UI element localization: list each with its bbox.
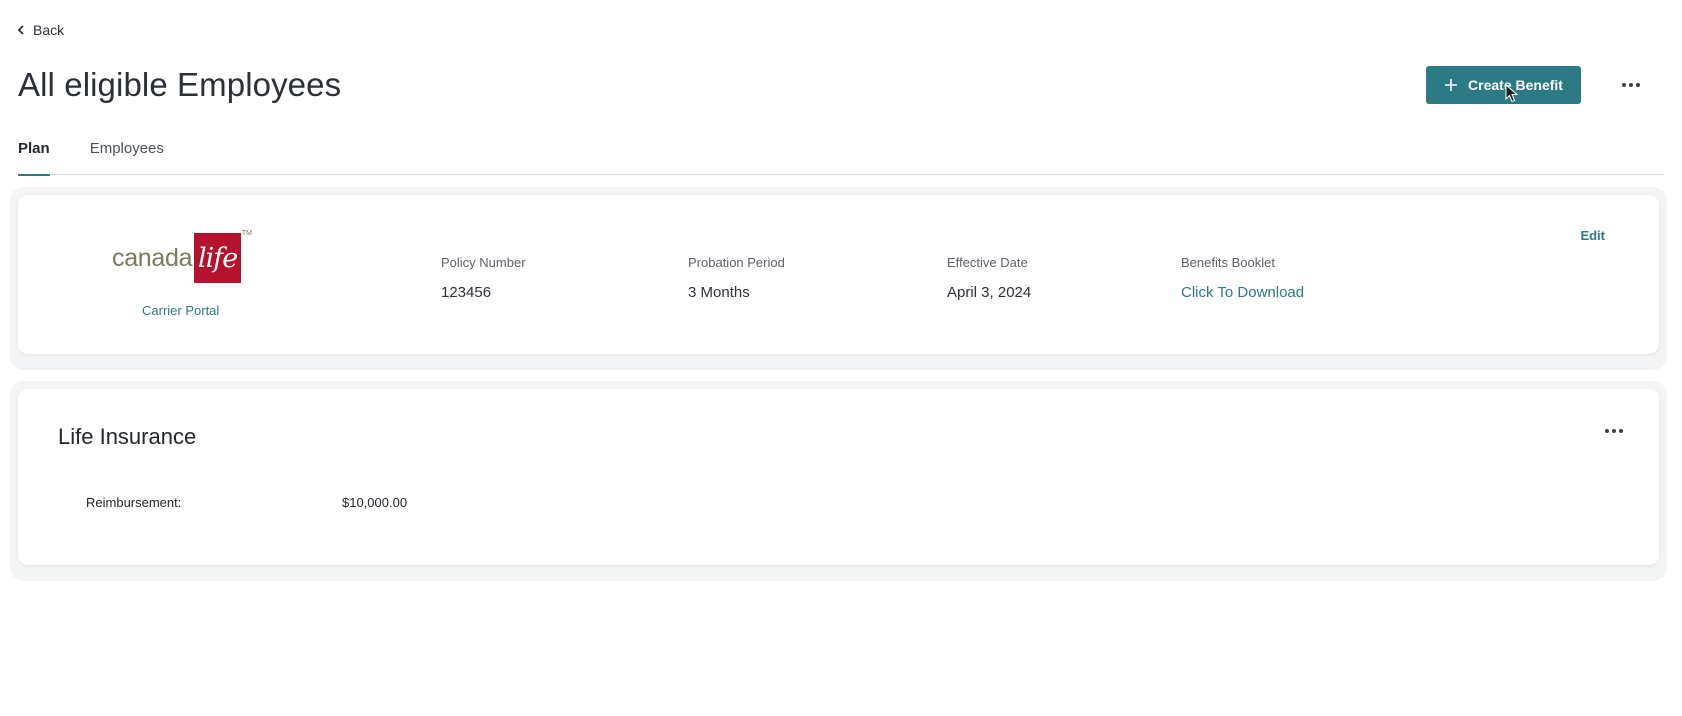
probation-period-value: 3 Months <box>688 284 750 301</box>
benefits-booklet-label: Benefits Booklet <box>1181 255 1275 270</box>
back-link[interactable]: Back <box>17 22 64 38</box>
tab-bar: Plan Employees <box>18 130 1664 176</box>
effective-date-field: Effective Date April 3, 2024 <box>947 255 1031 301</box>
probation-period-label: Probation Period <box>688 255 785 270</box>
effective-date-value: April 3, 2024 <box>947 284 1032 301</box>
download-booklet-link[interactable]: Click To Download <box>1181 284 1304 301</box>
chevron-left-icon <box>17 25 24 35</box>
create-benefit-button[interactable]: Create Benefit <box>1426 66 1581 104</box>
tab-plan[interactable]: Plan <box>18 130 50 176</box>
life-insurance-card: Life Insurance Reimbursement: $10,000.00 <box>18 389 1659 565</box>
logo-wordmark: canada <box>112 243 193 272</box>
page-title: All eligible Employees <box>18 66 342 103</box>
plan-card-container: canada life TM Carrier Portal Policy Num… <box>10 187 1667 370</box>
more-horizontal-icon <box>1622 83 1640 87</box>
tab-employees[interactable]: Employees <box>90 130 164 175</box>
reimbursement-value: $10,000.00 <box>342 495 408 510</box>
life-insurance-more-button[interactable] <box>1603 421 1625 441</box>
canada-life-logo: canada life TM <box>112 230 252 284</box>
edit-plan-link[interactable]: Edit <box>1580 228 1605 243</box>
policy-number-value: 123456 <box>441 284 492 301</box>
effective-date-label: Effective Date <box>947 255 1028 270</box>
back-label: Back <box>33 22 65 38</box>
plus-icon <box>1445 79 1458 91</box>
policy-number-label: Policy Number <box>441 255 526 270</box>
carrier-portal-link[interactable]: Carrier Portal <box>142 303 219 318</box>
benefits-page: Back All eligible Employees Create Benef… <box>0 0 1682 716</box>
benefits-booklet-field: Benefits Booklet Click To Download <box>1181 255 1304 301</box>
logo-trademark: TM <box>241 230 252 237</box>
policy-number-field: Policy Number 123456 <box>441 255 526 301</box>
more-horizontal-icon <box>1605 429 1623 433</box>
life-insurance-card-container: Life Insurance Reimbursement: $10,000.00 <box>10 381 1667 581</box>
life-insurance-title: Life Insurance <box>58 424 197 449</box>
page-more-button[interactable] <box>1620 72 1642 98</box>
mouse-cursor-icon <box>1505 84 1519 103</box>
reimbursement-label: Reimbursement: <box>86 495 182 510</box>
plan-card: canada life TM Carrier Portal Policy Num… <box>18 195 1659 354</box>
logo-life-box: life <box>194 233 241 283</box>
probation-period-field: Probation Period 3 Months <box>688 255 785 301</box>
